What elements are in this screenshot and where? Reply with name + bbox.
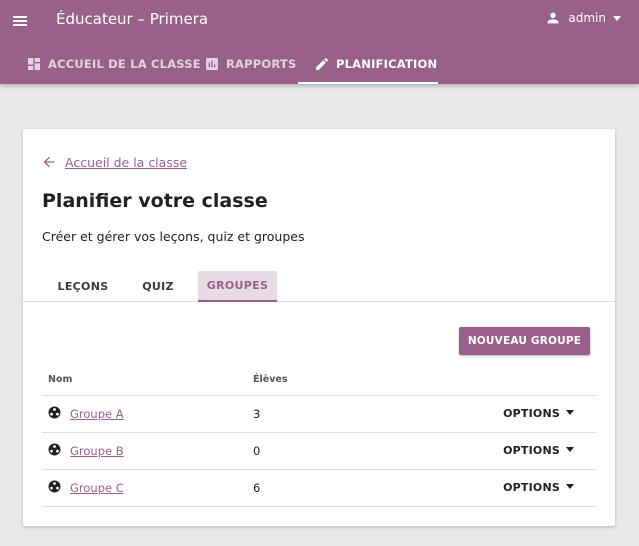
student-count: 6 <box>253 481 261 495</box>
table-row: Groupe A 3 OPTIONS <box>42 396 596 433</box>
pencil-icon <box>316 57 329 70</box>
tab-quiz[interactable]: QUIZ <box>129 271 187 301</box>
student-count: 3 <box>253 407 261 421</box>
options-button[interactable]: OPTIONS <box>503 444 574 457</box>
nav-tab-label: PLANIFICATION <box>336 57 438 71</box>
page-description: Créer et gérer vos leçons, quiz et group… <box>42 229 305 244</box>
student-count: 0 <box>253 444 261 458</box>
group-icon <box>48 480 61 493</box>
options-label: OPTIONS <box>503 444 560 457</box>
options-label: OPTIONS <box>503 407 560 420</box>
table-row: Groupe C 6 OPTIONS <box>42 470 596 507</box>
hamburger-menu-icon[interactable] <box>8 9 32 33</box>
group-icon <box>48 443 61 456</box>
options-button[interactable]: OPTIONS <box>503 481 574 494</box>
caret-down-icon <box>566 410 574 415</box>
new-group-button[interactable]: NOUVEAU GROUPE <box>459 327 590 355</box>
app-title: Éducateur – Primera <box>56 10 209 28</box>
group-name-link[interactable]: Groupe C <box>70 481 124 495</box>
user-menu[interactable]: admin <box>545 10 621 26</box>
column-header-name: Nom <box>48 374 73 385</box>
nav-tab-class-home[interactable]: ACCUEIL DE LA CLASSE <box>26 44 201 84</box>
arrow-back-icon <box>43 156 55 168</box>
options-label: OPTIONS <box>503 481 560 494</box>
options-button[interactable]: OPTIONS <box>503 407 574 420</box>
groups-table: Nom Élèves Groupe A 3 OPTIONS Groupe B 0… <box>42 365 596 507</box>
caret-down-icon <box>566 484 574 489</box>
bar-chart-icon <box>206 58 218 70</box>
user-name: admin <box>568 11 606 25</box>
table-row: Groupe B 0 OPTIONS <box>42 433 596 470</box>
nav-tab-label: ACCUEIL DE LA CLASSE <box>48 57 201 71</box>
nav-tab-reports[interactable]: RAPPORTS <box>204 44 296 84</box>
nav-tab-label: RAPPORTS <box>226 57 297 71</box>
back-to-class-home-link[interactable]: Accueil de la classe <box>41 154 187 170</box>
back-link-label: Accueil de la classe <box>65 154 188 170</box>
column-header-students: Élèves <box>253 374 288 385</box>
nav-tab-planning[interactable]: PLANIFICATION <box>298 44 438 84</box>
page-title: Planifier votre classe <box>42 190 268 212</box>
caret-down-icon <box>566 447 574 452</box>
group-icon <box>48 406 61 419</box>
group-name-link[interactable]: Groupe B <box>70 444 124 458</box>
plan-sub-tabs: LEÇONS QUIZ GROUPES <box>23 271 615 302</box>
app-bar-top-row: Éducateur – Primera admin <box>0 0 639 42</box>
app-bar: Éducateur – Primera admin ACCUEIL DE LA … <box>0 0 639 84</box>
dashboard-icon <box>28 58 40 70</box>
tab-groups[interactable]: GROUPES <box>198 271 277 302</box>
group-name-link[interactable]: Groupe A <box>70 407 124 421</box>
table-header: Nom Élèves <box>42 365 596 396</box>
person-icon <box>548 12 559 24</box>
tab-lessons[interactable]: LEÇONS <box>47 271 119 301</box>
plan-class-card: Accueil de la classe Planifier votre cla… <box>23 129 615 526</box>
caret-down-icon <box>613 15 621 21</box>
